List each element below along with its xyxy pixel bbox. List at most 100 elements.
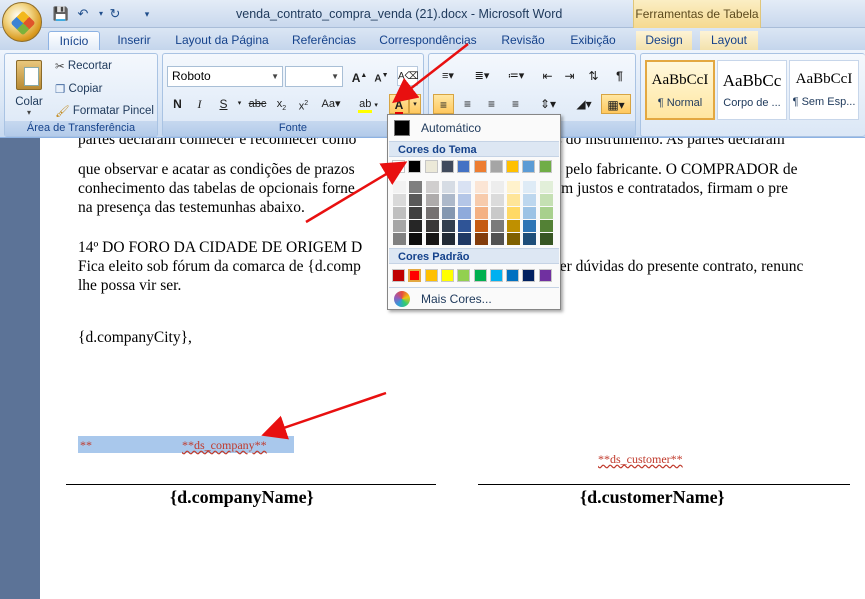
standard-color-swatch[interactable] — [473, 269, 487, 282]
theme-shade-swatch[interactable] — [474, 181, 488, 193]
theme-shade-swatch[interactable] — [458, 194, 472, 206]
bullets-button[interactable]: ≡▾ — [433, 66, 463, 86]
standard-color-swatch[interactable] — [392, 269, 405, 282]
italic-button[interactable]: I — [189, 94, 210, 114]
copy-button[interactable]: ❐ Copiar — [55, 82, 102, 96]
standard-color-swatch[interactable] — [440, 269, 454, 282]
tab-revisao[interactable]: Revisão — [494, 31, 552, 50]
tab-layout-tabela[interactable]: Layout — [700, 31, 758, 50]
office-button[interactable] — [2, 2, 42, 42]
clear-formatting-button[interactable]: A⌫ — [397, 66, 419, 86]
justify-button[interactable]: ≡ — [505, 94, 526, 114]
show-formatting-button[interactable]: ¶ — [609, 66, 630, 86]
tab-correspondencias[interactable]: Correspondências — [372, 31, 484, 50]
standard-color-swatch[interactable] — [424, 269, 438, 282]
theme-color-swatch[interactable] — [538, 160, 552, 173]
more-colors-option[interactable]: Mais Cores... — [390, 290, 559, 308]
theme-color-swatch[interactable] — [506, 160, 520, 173]
theme-shade-swatch[interactable] — [507, 207, 521, 219]
shrink-font-button[interactable]: A▼ — [371, 66, 392, 86]
align-center-button[interactable]: ≡ — [457, 94, 478, 114]
theme-color-swatch[interactable] — [440, 160, 454, 173]
theme-shade-swatch[interactable] — [490, 233, 504, 245]
theme-shade-swatch[interactable] — [490, 181, 504, 193]
tab-inserir[interactable]: Inserir — [110, 31, 158, 50]
theme-shade-swatch[interactable] — [409, 207, 423, 219]
theme-shade-swatch[interactable] — [539, 233, 553, 245]
grow-font-button[interactable]: A▲ — [349, 66, 370, 86]
theme-shade-swatch[interactable] — [523, 194, 537, 206]
tab-design[interactable]: Design — [636, 31, 692, 50]
change-case-button[interactable]: Aa▾ — [317, 94, 345, 114]
theme-shade-swatch[interactable] — [393, 220, 406, 232]
standard-color-swatch[interactable] — [506, 269, 520, 282]
theme-shade-swatch[interactable] — [474, 194, 488, 206]
theme-shade-swatch[interactable] — [507, 233, 521, 245]
shading-button[interactable]: ◢▾ — [569, 94, 599, 114]
theme-shade-swatch[interactable] — [425, 220, 439, 232]
numbering-button[interactable]: ≣▾ — [467, 66, 497, 86]
theme-shade-swatch[interactable] — [507, 194, 521, 206]
increase-indent-button[interactable]: ⇥ — [559, 66, 580, 86]
align-right-button[interactable]: ≡ — [481, 94, 502, 114]
theme-color-swatch[interactable] — [473, 160, 487, 173]
paste-dropdown-icon[interactable]: ▾ — [9, 108, 49, 117]
theme-shade-swatch[interactable] — [425, 207, 439, 219]
theme-shade-swatch[interactable] — [441, 207, 455, 219]
theme-shade-swatch[interactable] — [441, 181, 455, 193]
theme-shade-swatch[interactable] — [458, 220, 472, 232]
theme-shade-swatch[interactable] — [474, 207, 488, 219]
automatic-color-option[interactable]: Automático — [390, 117, 559, 139]
theme-shade-swatch[interactable] — [523, 207, 537, 219]
theme-shade-swatch[interactable] — [425, 181, 439, 193]
format-painter-button[interactable]: 🖌 Formatar Pincel — [55, 104, 154, 118]
redo-icon[interactable]: ↻ — [106, 5, 124, 23]
theme-shade-swatch[interactable] — [474, 220, 488, 232]
font-size-combo[interactable]: ▼ — [285, 66, 343, 87]
theme-shade-swatch[interactable] — [393, 207, 406, 219]
theme-shade-swatch[interactable] — [539, 207, 553, 219]
theme-shade-swatch[interactable] — [441, 233, 455, 245]
tab-inicio[interactable]: Início — [48, 31, 100, 50]
theme-shade-swatch[interactable] — [490, 207, 504, 219]
theme-shade-swatch[interactable] — [409, 181, 423, 193]
qat-customize-icon[interactable]: ▾ — [138, 5, 156, 23]
subscript-button[interactable]: x2 — [271, 94, 292, 114]
theme-shade-swatch[interactable] — [409, 220, 423, 232]
theme-shade-swatch[interactable] — [425, 194, 439, 206]
theme-color-swatch[interactable] — [424, 160, 438, 173]
theme-shade-swatch[interactable] — [441, 220, 455, 232]
theme-shade-swatch[interactable] — [458, 181, 472, 193]
style-corpo[interactable]: AaBbCc Corpo de ... — [717, 60, 787, 120]
borders-button[interactable]: ▦▾ — [601, 94, 631, 114]
decrease-indent-button[interactable]: ⇤ — [537, 66, 558, 86]
cut-button[interactable]: ✂ Recortar — [55, 59, 112, 73]
highlight-color-button[interactable]: ab ▾ — [351, 94, 385, 114]
theme-shade-swatch[interactable] — [458, 207, 472, 219]
multilevel-list-button[interactable]: ≔▾ — [501, 66, 531, 86]
theme-color-swatch[interactable] — [522, 160, 536, 173]
theme-shade-swatch[interactable] — [507, 220, 521, 232]
theme-color-swatch[interactable] — [408, 160, 422, 173]
theme-shade-swatch[interactable] — [393, 181, 406, 193]
undo-icon[interactable]: ↶ — [74, 5, 92, 23]
theme-shade-swatch[interactable] — [458, 233, 472, 245]
theme-shade-swatch[interactable] — [409, 233, 423, 245]
theme-shade-swatch[interactable] — [539, 220, 553, 232]
theme-color-swatch[interactable] — [489, 160, 503, 173]
theme-shade-swatch[interactable] — [474, 233, 488, 245]
align-left-button[interactable]: ≡ — [433, 94, 454, 114]
standard-color-swatch[interactable] — [408, 269, 422, 282]
font-color-button[interactable]: A — [389, 94, 409, 115]
theme-color-swatch[interactable] — [392, 160, 405, 173]
theme-shade-swatch[interactable] — [490, 194, 504, 206]
tab-exibicao[interactable]: Exibição — [562, 31, 624, 50]
superscript-button[interactable]: x2 — [293, 94, 314, 114]
strikethrough-button[interactable]: abc — [247, 94, 268, 114]
theme-shade-swatch[interactable] — [523, 233, 537, 245]
theme-shade-swatch[interactable] — [539, 181, 553, 193]
save-icon[interactable]: 💾 — [52, 5, 70, 23]
theme-shade-swatch[interactable] — [393, 194, 406, 206]
style-sem-espaco[interactable]: AaBbCcI ¶ Sem Esp... — [789, 60, 859, 120]
font-name-combo[interactable]: Roboto ▼ — [167, 66, 283, 87]
